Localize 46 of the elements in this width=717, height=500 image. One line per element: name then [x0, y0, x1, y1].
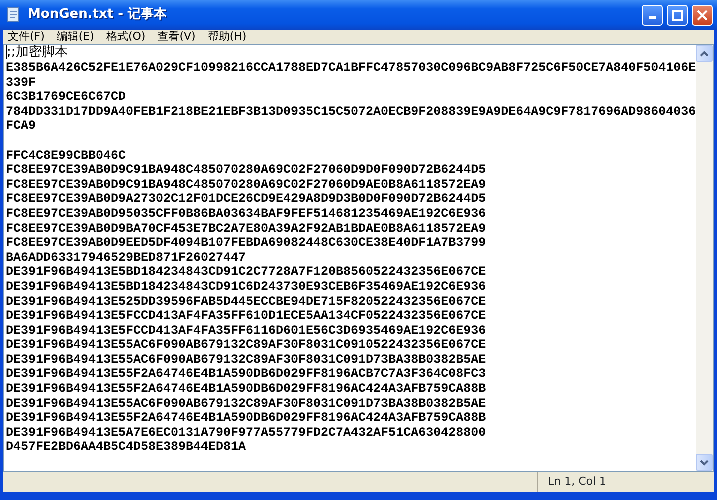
menu-item[interactable]: 格式(O): [101, 30, 153, 44]
menu-item[interactable]: 帮助(H): [202, 30, 254, 44]
text-line: FC8EE97CE39AB0D9EED5DF4094B107FEBDA69082448C630CE38E40DF1A7B3799: [6, 236, 486, 250]
text-line: FC8EE97CE39AB0D9C91BA948C485070280A69C02F27060D9AE0B8A6118572EA9: [6, 178, 486, 192]
cursor-position: Ln 1, Col 1: [547, 474, 607, 490]
text-cursor: [6, 45, 7, 60]
text-line: DE391F96B49413E55F2A64746E4B1A590DB6D029FF8196AC424A3AFB759CA88B: [6, 382, 486, 396]
text-line: 6C3B1769CE6C67CD: [6, 90, 126, 104]
scroll-down-button[interactable]: [696, 454, 713, 471]
text-line: DE391F96B49413E5A7E6EC0131A790F977A55779FD2C7A432AF51CA630428800: [6, 426, 486, 440]
text-line: DE391F96B49413E55F2A64746E4B1A590DB6D029FF8196ACB7C7A3F364C08FC3: [6, 367, 486, 382]
text-line: FC8EE97CE39AB0D9A27302C12F01DCE26CD9E429A8D9D3B0D0F090D72B6244D5: [6, 192, 486, 206]
up-chevron-icon: [700, 50, 709, 56]
text-line: DE391F96B49413E5BD184234843CD91C2C7728A7F120B8560522432356E067CE: [6, 265, 486, 280]
text-line: E385B6A426C52FE1E76A029CF10998216CCA1788ED7CA1BFFC47857030C096BC9AB8F725C6F50CE7A840F504106E: [6, 61, 696, 75]
scroll-up-button[interactable]: [696, 45, 713, 62]
text-line: FC8EE97CE39AB0D9C91BA948C485070280A69C02F27060D9D0F090D72B6244D5: [6, 163, 486, 178]
text-line: DE391F96B49413E5BD184234843CD91C6D243730E93CEB6F35469AE192C6E936: [6, 280, 486, 294]
text-line: FFC4C8E99CBB046C: [6, 148, 126, 163]
text-line: ;;加密脚本: [7, 45, 68, 60]
close-button[interactable]: [692, 4, 713, 26]
window-title: MonGen.txt - 记事本: [28, 6, 168, 24]
text-line: FC8EE97CE39AB0D9BA70CF453E7BC2A7E80A39A2F92AB1BDAE0B8A6118572EA9: [6, 222, 486, 236]
text-line: DE391F96B49413E5FCCD413AF4FA35FF6116D601E56C3D6935469AE192C6E936: [6, 324, 486, 338]
maximize-icon: [672, 10, 683, 20]
text-line: FCA9: [6, 119, 36, 134]
vertical-scrollbar[interactable]: [696, 45, 713, 471]
text-line: 784DD331D17DD9A40FEB1F218BE21EBF3B13D0935C15C5072A0ECB9F208839E9A9DE64A9C9F7817696AD98604036: [6, 104, 696, 119]
minimize-button[interactable]: [642, 4, 663, 26]
text-line: 339F: [6, 76, 36, 90]
down-chevron-icon: [700, 460, 709, 466]
text-line: DE391F96B49413E55AC6F090AB679132C89AF30F8031C091D73BA38B0382B5AE: [6, 352, 486, 367]
menu-item[interactable]: 编辑(E): [52, 30, 102, 44]
text-line: DE391F96B49413E55F2A64746E4B1A590DB6D029FF8196AC424A3AFB759CA88B: [6, 411, 486, 426]
menu-item[interactable]: 查看(V): [152, 30, 203, 44]
text-line: DE391F96B49413E525DD39596FAB5D445ECCBE94DE715F820522432356E067CE: [6, 294, 486, 308]
text-line: DE391F96B49413E5FCCD413AF4FA35FF610D1ECE5AA134CF0522432356E067CE: [6, 309, 486, 324]
close-icon: [697, 10, 708, 20]
text-line: DE391F96B49413E55AC6F090AB679132C89AF30F8031C0910522432356E067CE: [6, 338, 486, 352]
maximize-button[interactable]: [667, 4, 688, 26]
text-line: DE391F96B49413E55AC6F090AB679132C89AF30F8031C091D73BA38B0382B5AE: [6, 396, 486, 411]
text-line: FC8EE97CE39AB0D95035CFF0B86BA03634BAF9FEF514681235469AE192C6E936: [6, 206, 486, 221]
menu-item[interactable]: 文件(F): [3, 30, 52, 44]
text-line: BA6ADD63317946529BED871F26027447: [6, 250, 246, 265]
text-line: D457FE2BD6AA4B5C4D58E389B44ED81A: [6, 440, 246, 454]
notepad-icon: [6, 7, 22, 23]
